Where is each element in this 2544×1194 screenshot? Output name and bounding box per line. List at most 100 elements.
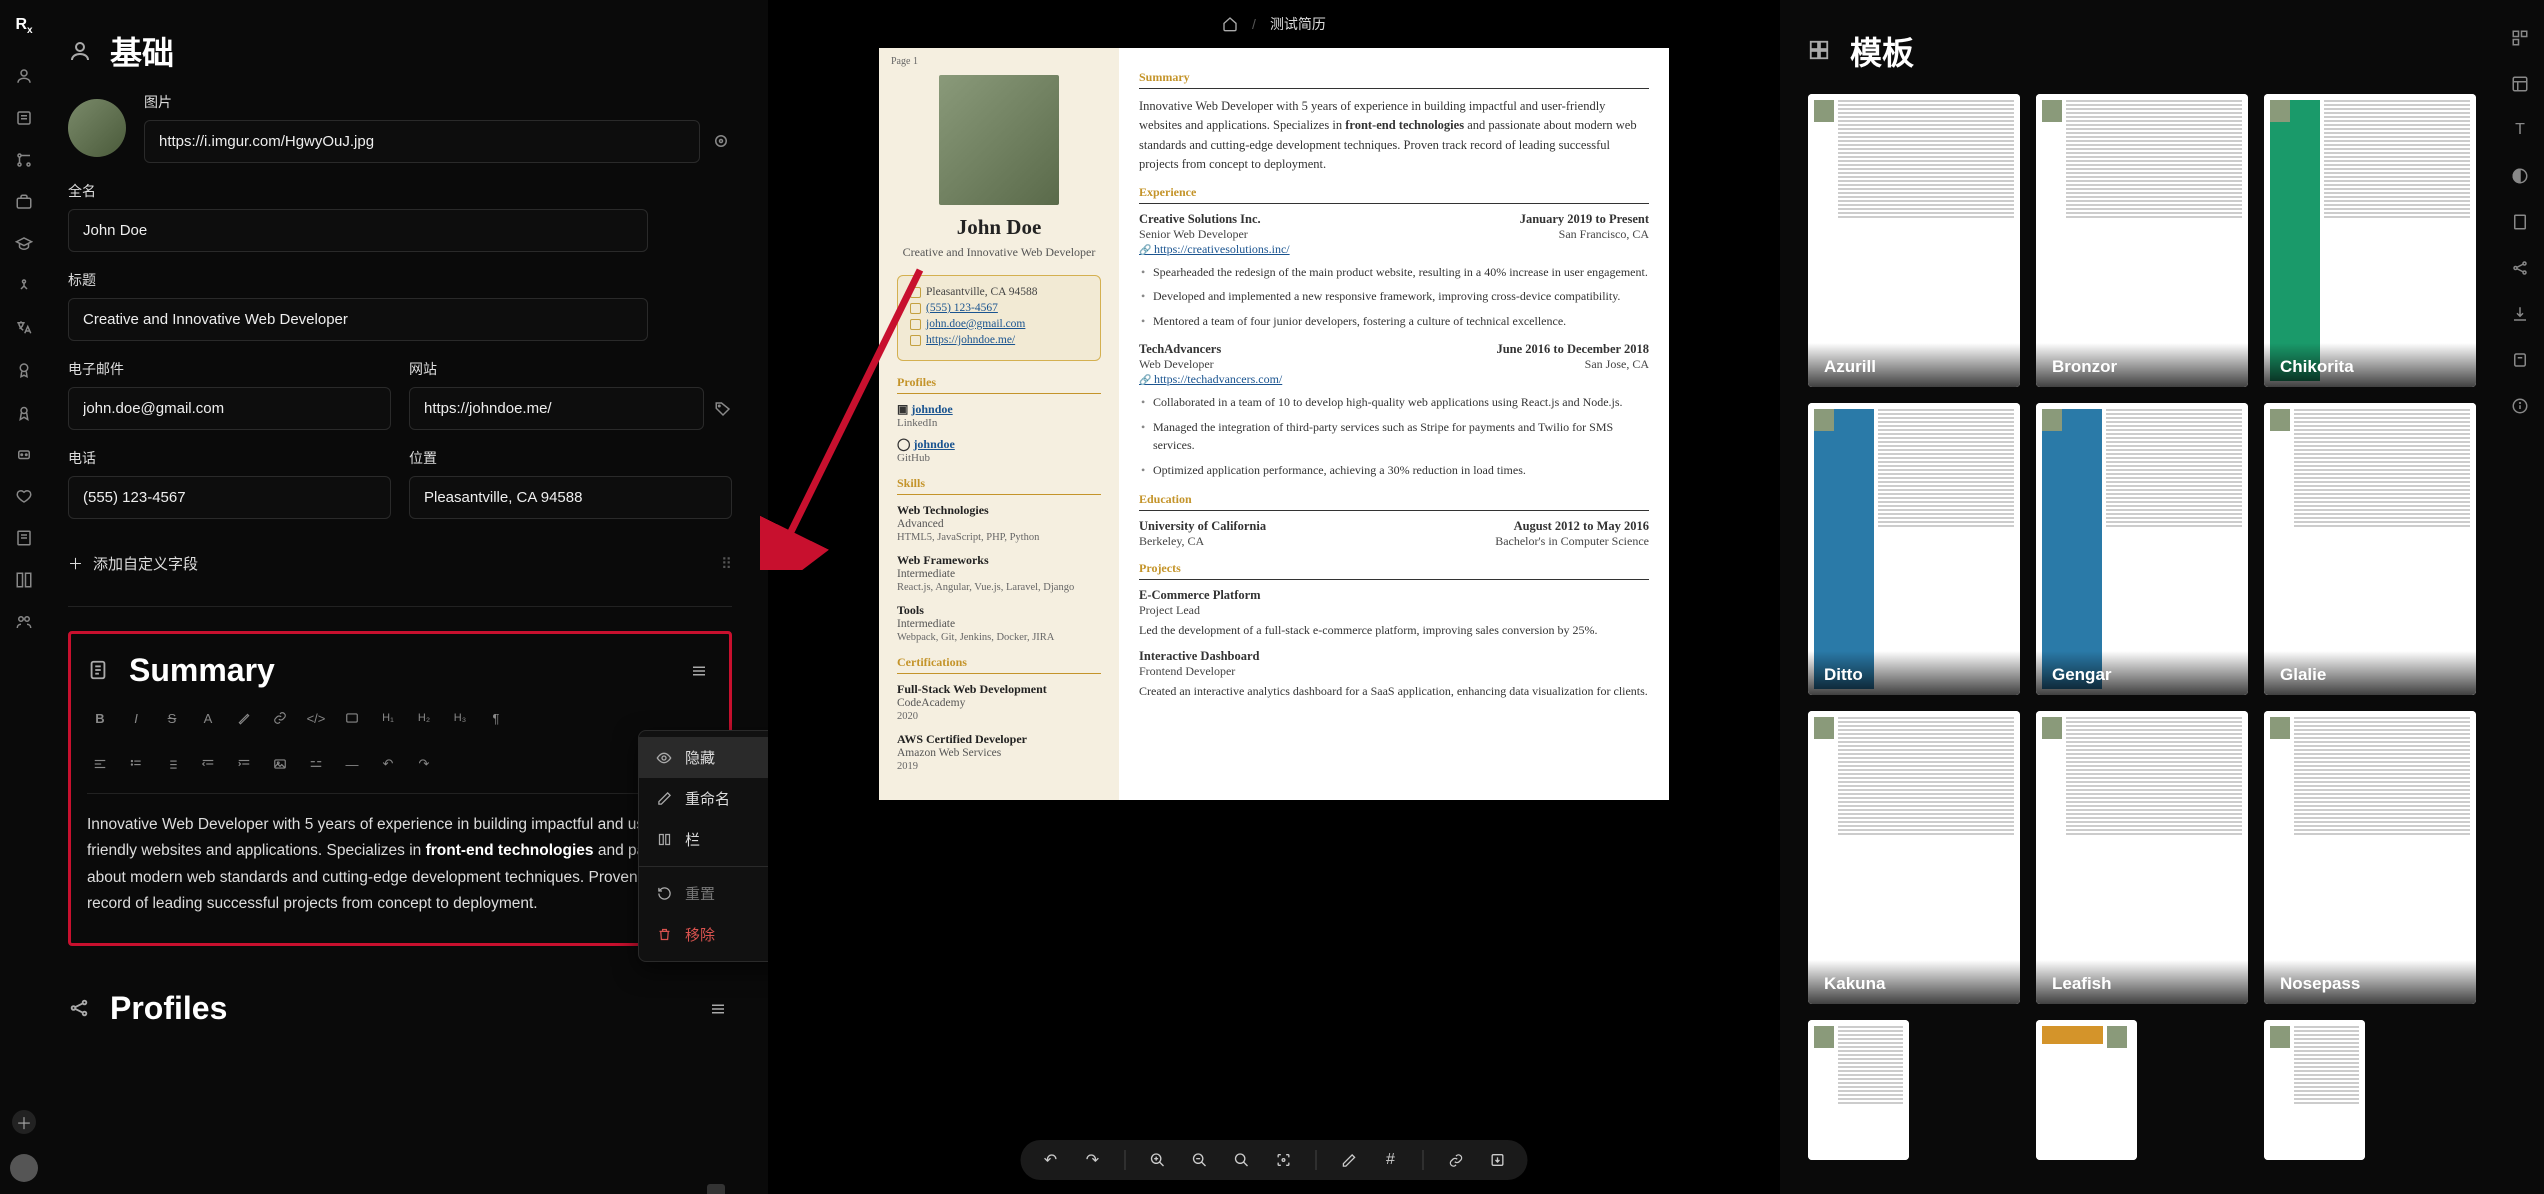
grid-button[interactable]: # <box>1381 1150 1401 1170</box>
image-button[interactable] <box>267 751 293 777</box>
location-input[interactable] <box>409 476 732 519</box>
edit-button[interactable] <box>1339 1150 1359 1170</box>
nav-languages-icon[interactable] <box>14 318 34 338</box>
template-card-gengar[interactable]: Gengar <box>2036 403 2248 696</box>
ordered-list-button[interactable] <box>159 751 185 777</box>
notes-nav-icon[interactable] <box>2510 350 2530 370</box>
document-icon <box>87 659 111 683</box>
breadcrumb-title[interactable]: 测试简历 <box>1270 14 1326 34</box>
template-card-chikorita[interactable]: Chikorita <box>2264 94 2476 387</box>
export-nav-icon[interactable] <box>2510 304 2530 324</box>
theme-nav-icon[interactable] <box>2510 166 2530 186</box>
template-card-glalie[interactable]: Glalie <box>2264 403 2476 696</box>
nav-summary-icon[interactable] <box>14 108 34 128</box>
nav-projects-icon[interactable] <box>14 486 34 506</box>
h3-button[interactable]: H₃ <box>447 705 473 731</box>
user-avatar-icon[interactable] <box>10 1154 38 1182</box>
zoom-out-button[interactable] <box>1190 1150 1210 1170</box>
nav-awards-icon[interactable] <box>14 360 34 380</box>
right-panel: 模板 AzurillBronzorChikoritaDittoGengarGla… <box>1780 0 2496 1194</box>
summary-textarea[interactable]: Innovative Web Developer with 5 years of… <box>87 794 713 917</box>
nav-skills-icon[interactable] <box>14 276 34 296</box>
zoom-reset-button[interactable] <box>1232 1150 1252 1170</box>
break-button[interactable] <box>303 751 329 777</box>
templates-nav-icon[interactable] <box>2510 28 2530 48</box>
home-icon[interactable] <box>1222 16 1238 32</box>
paragraph-button[interactable]: ¶ <box>483 705 509 731</box>
nav-certifications-icon[interactable] <box>14 402 34 422</box>
picture-label: 图片 <box>144 92 732 112</box>
profiles-menu-button[interactable] <box>704 995 732 1023</box>
nav-publications-icon[interactable] <box>14 528 34 548</box>
email-input[interactable] <box>68 387 391 430</box>
bullet-list-button[interactable] <box>123 751 149 777</box>
phone-label: 电话 <box>68 448 391 468</box>
hr-button[interactable]: — <box>339 751 365 777</box>
fullname-input[interactable] <box>68 209 648 252</box>
scrollbar[interactable] <box>707 1184 725 1194</box>
nav-education-icon[interactable] <box>14 234 34 254</box>
template-card-kakuna[interactable]: Kakuna <box>1808 711 2020 1004</box>
h1-button[interactable]: H₁ <box>375 705 401 731</box>
template-card-bronzor[interactable]: Bronzor <box>2036 94 2248 387</box>
tag-icon[interactable] <box>714 400 732 418</box>
ctx-column[interactable]: 栏 › <box>639 819 768 860</box>
undo-button[interactable]: ↶ <box>375 751 401 777</box>
strike-button[interactable]: S <box>159 705 185 731</box>
person-icon <box>68 39 92 63</box>
link-button[interactable] <box>267 705 293 731</box>
italic-button[interactable]: I <box>123 705 149 731</box>
nav-volunteering-icon[interactable] <box>14 570 34 590</box>
sharing-nav-icon[interactable] <box>2510 258 2530 278</box>
fullname-label: 全名 <box>68 181 732 201</box>
template-card-extra-1[interactable] <box>2036 1020 2137 1160</box>
ctx-remove[interactable]: 移除 <box>639 914 768 955</box>
separator <box>639 866 768 867</box>
add-custom-field-button[interactable]: ＋ 添加自定义字段 ⠿ <box>68 545 732 582</box>
redo-button[interactable]: ↷ <box>411 751 437 777</box>
info-nav-icon[interactable] <box>2510 396 2530 416</box>
template-card-extra-0[interactable] <box>1808 1020 1909 1160</box>
download-button[interactable] <box>1488 1150 1508 1170</box>
template-card-leafish[interactable]: Leafish <box>2036 711 2248 1004</box>
font-color-button[interactable]: A <box>195 705 221 731</box>
code-button[interactable]: </> <box>303 705 329 731</box>
template-card-nosepass[interactable]: Nosepass <box>2264 711 2476 1004</box>
redo-button[interactable]: ↷ <box>1083 1150 1103 1170</box>
zoom-in-button[interactable] <box>1148 1150 1168 1170</box>
copy-link-button[interactable] <box>1446 1150 1466 1170</box>
ctx-rename[interactable]: 重命名 › <box>639 778 768 819</box>
center-button[interactable] <box>1274 1150 1294 1170</box>
ctx-hide[interactable]: 隐藏 <box>639 737 768 778</box>
website-input[interactable] <box>409 387 704 430</box>
phone-input[interactable] <box>68 476 391 519</box>
avatar[interactable] <box>68 99 126 157</box>
nav-basics-icon[interactable] <box>14 66 34 86</box>
nav-experience-icon[interactable] <box>14 192 34 212</box>
indent-button[interactable] <box>231 751 257 777</box>
nav-profiles-icon[interactable] <box>14 150 34 170</box>
nav-references-icon[interactable] <box>14 612 34 632</box>
page-nav-icon[interactable] <box>2510 212 2530 232</box>
layout-nav-icon[interactable] <box>2510 74 2530 94</box>
drag-handle-icon[interactable]: ⠿ <box>721 555 732 573</box>
highlight-button[interactable] <box>231 705 257 731</box>
typography-nav-icon[interactable]: T <box>2510 120 2530 140</box>
headline-input[interactable] <box>68 298 648 341</box>
h2-button[interactable]: H₂ <box>411 705 437 731</box>
undo-button[interactable]: ↶ <box>1041 1150 1061 1170</box>
picture-url-input[interactable] <box>144 120 700 163</box>
template-card-extra-2[interactable] <box>2264 1020 2365 1160</box>
add-section-button[interactable]: ＋ <box>12 1110 36 1134</box>
codeblock-button[interactable] <box>339 705 365 731</box>
nav-interests-icon[interactable] <box>14 444 34 464</box>
template-card-ditto[interactable]: Ditto <box>1808 403 2020 696</box>
ctx-reset[interactable]: 重置 <box>639 873 768 914</box>
template-card-azurill[interactable]: Azurill <box>1808 94 2020 387</box>
bottom-toolbar: ↶ ↷ # <box>1021 1140 1528 1180</box>
outdent-button[interactable] <box>195 751 221 777</box>
align-left-button[interactable] <box>87 751 113 777</box>
bold-button[interactable]: B <box>87 705 113 731</box>
picture-options-icon[interactable] <box>712 132 732 152</box>
summary-menu-button[interactable] <box>685 657 713 685</box>
